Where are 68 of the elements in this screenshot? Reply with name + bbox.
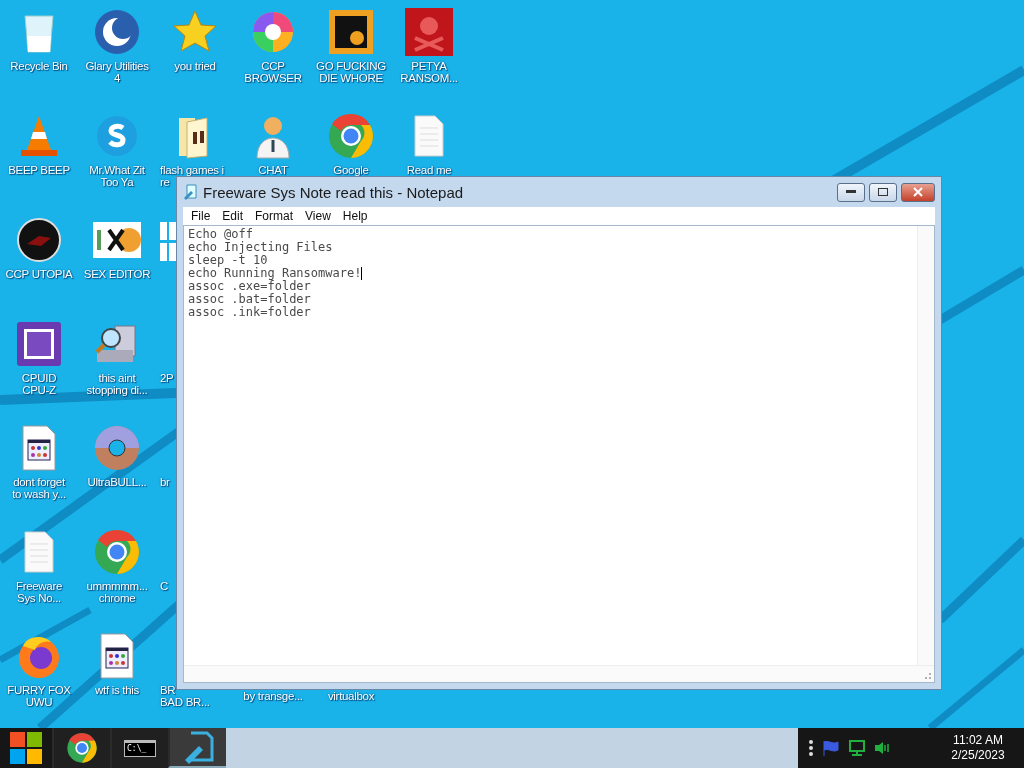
close-icon bbox=[913, 187, 923, 197]
icon-label: br bbox=[160, 476, 170, 488]
icon-label: by transge... bbox=[243, 690, 303, 702]
code-line: sleep -t 10 bbox=[188, 254, 268, 267]
taskbar-button[interactable]: C:\_ bbox=[110, 728, 168, 768]
icon-label: PETYA RANSOM... bbox=[400, 60, 458, 84]
menu-item[interactable]: Help bbox=[336, 207, 374, 225]
icon-label: CCP UTOPIA bbox=[5, 268, 73, 280]
icon-label: Recycle Bin bbox=[10, 60, 68, 72]
code-line: assoc .bat=folder bbox=[188, 293, 311, 306]
disc-icon bbox=[93, 424, 141, 472]
code-line: echo Running Ransomware! bbox=[188, 267, 362, 280]
dark-disc-icon bbox=[15, 216, 63, 264]
de-logo-icon bbox=[327, 8, 375, 56]
maximize-button[interactable] bbox=[869, 182, 897, 202]
minimize-button[interactable] bbox=[837, 182, 865, 202]
icon-label: CPUID CPU-Z bbox=[21, 372, 57, 396]
icon-label: Google bbox=[333, 164, 369, 176]
speaker-icon[interactable] bbox=[874, 741, 890, 755]
menu-item[interactable]: File bbox=[185, 207, 217, 225]
icon-label: FURRY FOX UWU bbox=[7, 684, 71, 708]
icon-label: virtualbox bbox=[327, 690, 375, 702]
vertical-scrollbar[interactable] bbox=[917, 226, 934, 665]
close-button[interactable] bbox=[901, 182, 935, 202]
icon-label: 2P bbox=[160, 372, 174, 384]
icon-label: you tried bbox=[174, 60, 216, 72]
skull-icon bbox=[405, 8, 453, 56]
text-editor[interactable]: Echo @off echo Injecting Files sleep -t 10 echo Running Ransomware! assoc .exe=folder assoc .bat=folder assoc .ink=folder bbox=[183, 225, 935, 683]
flag-icon[interactable] bbox=[822, 740, 840, 756]
network-monitor-icon[interactable] bbox=[848, 740, 866, 756]
code-line: assoc .exe=folder bbox=[188, 280, 311, 293]
icon-label: BEEP BEEP bbox=[8, 164, 70, 176]
taskbar-button[interactable] bbox=[168, 728, 226, 768]
terminal-icon: C:\_ bbox=[124, 739, 156, 757]
icon-label: CHAT bbox=[258, 164, 288, 176]
more-icon[interactable] bbox=[808, 738, 814, 758]
minimize-icon bbox=[846, 190, 856, 194]
icon-label: wtf is this bbox=[95, 684, 139, 696]
icon-label: C bbox=[160, 580, 168, 592]
windows-logo-icon bbox=[10, 732, 42, 764]
menu-item[interactable]: View bbox=[299, 207, 337, 225]
icon-label: BR BAD BR... bbox=[160, 684, 210, 708]
icon-label: UltraBULL... bbox=[87, 476, 147, 488]
chrome-icon bbox=[93, 528, 141, 576]
menu-item[interactable]: Format bbox=[249, 207, 300, 225]
chrome-icon bbox=[327, 112, 375, 160]
icon-label: GO FUCKING DIE WHORE bbox=[316, 60, 386, 84]
maximize-icon bbox=[878, 188, 888, 196]
taskbar-button[interactable] bbox=[52, 728, 110, 768]
clock[interactable]: 11:02 AM 2/25/2023 bbox=[932, 733, 1024, 763]
icon-label: ummmmm... chrome bbox=[86, 580, 148, 604]
chrome-icon bbox=[66, 732, 98, 764]
icon-label: CCP BROWSER bbox=[244, 60, 302, 84]
icon-label: Glary Utilities 4 bbox=[85, 60, 149, 84]
horizontal-scrollbar[interactable] bbox=[184, 665, 934, 682]
icon-label: SEX EDITOR bbox=[83, 268, 151, 280]
crescent-icon bbox=[93, 8, 141, 56]
code-line: assoc .ink=folder bbox=[188, 306, 311, 319]
icon-label: Freeware Sys No... bbox=[15, 580, 63, 604]
icon-label: Read me bbox=[406, 164, 452, 176]
notepad-icon bbox=[183, 184, 199, 200]
code-line: Echo @off bbox=[188, 228, 254, 241]
icon-label: this aint stopping di... bbox=[86, 372, 148, 396]
cpu-chip-icon bbox=[15, 320, 63, 368]
menu-item[interactable]: Edit bbox=[216, 207, 250, 225]
icon-label: dont forget to wash y... bbox=[12, 476, 66, 500]
code-line: echo Injecting Files bbox=[188, 241, 333, 254]
icon-label: Mr.What Zit Too Ya bbox=[89, 164, 145, 188]
